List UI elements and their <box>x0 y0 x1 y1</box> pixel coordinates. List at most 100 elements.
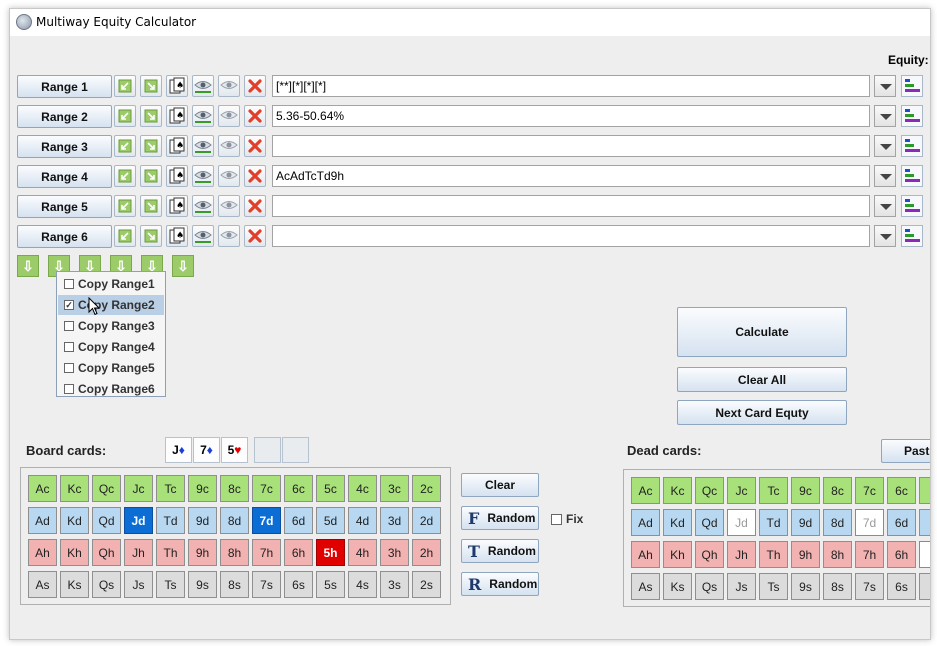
card-Td[interactable]: Td <box>759 509 788 536</box>
card-Jd[interactable]: Jd <box>727 509 756 536</box>
card-partial[interactable] <box>919 509 930 536</box>
export-range-icon[interactable] <box>140 225 162 247</box>
range-input[interactable] <box>272 195 870 217</box>
range-button[interactable]: Range 2 <box>17 105 112 128</box>
range-button[interactable]: Range 6 <box>17 225 112 248</box>
card-Jc[interactable]: Jc <box>727 477 756 504</box>
card-8s[interactable]: 8s <box>823 573 852 600</box>
card-Jh[interactable]: Jh <box>727 541 756 568</box>
card-Kh[interactable]: Kh <box>663 541 692 568</box>
card-9s[interactable]: 9s <box>188 571 217 598</box>
copy-down-icon[interactable]: ⇩ <box>172 255 194 277</box>
card-2d[interactable]: 2d <box>412 507 441 534</box>
card-8d[interactable]: 8d <box>823 509 852 536</box>
eye-hidden-icon[interactable] <box>218 195 240 217</box>
card-Qs[interactable]: Qs <box>92 571 121 598</box>
range-dropdown-button[interactable] <box>874 75 896 97</box>
card-9s[interactable]: 9s <box>791 573 820 600</box>
card-6d[interactable]: 6d <box>887 509 916 536</box>
card-Th[interactable]: Th <box>759 541 788 568</box>
equity-bars-icon[interactable] <box>901 165 923 187</box>
range-dropdown-button[interactable] <box>874 195 896 217</box>
card-6s[interactable]: 6s <box>284 571 313 598</box>
card-Qd[interactable]: Qd <box>695 509 724 536</box>
card-Kh[interactable]: Kh <box>60 539 89 566</box>
eye-hidden-icon[interactable] <box>218 225 240 247</box>
clear-range-icon[interactable] <box>244 165 266 187</box>
cards-icon[interactable]: ♠ <box>166 75 188 97</box>
export-range-icon[interactable] <box>140 135 162 157</box>
range-dropdown-button[interactable] <box>874 105 896 127</box>
card-7d[interactable]: 7d <box>855 509 884 536</box>
card-Qs[interactable]: Qs <box>695 573 724 600</box>
board-slot-4[interactable] <box>254 437 281 463</box>
export-range-icon[interactable] <box>140 75 162 97</box>
card-6d[interactable]: 6d <box>284 507 313 534</box>
copy-down-icon[interactable]: ⇩ <box>17 255 39 277</box>
card-Ah[interactable]: Ah <box>28 539 57 566</box>
random-flop-button[interactable]: F Random <box>461 506 539 530</box>
import-range-icon[interactable] <box>114 225 136 247</box>
eye-hidden-icon[interactable] <box>218 165 240 187</box>
card-Td[interactable]: Td <box>156 507 185 534</box>
export-range-icon[interactable] <box>140 165 162 187</box>
board-slot-5[interactable] <box>282 437 309 463</box>
card-Ac[interactable]: Ac <box>631 477 660 504</box>
card-6c[interactable]: 6c <box>887 477 916 504</box>
paste-button[interactable]: Past <box>881 439 930 463</box>
card-4h[interactable]: 4h <box>348 539 377 566</box>
import-range-icon[interactable] <box>114 165 136 187</box>
card-Qh[interactable]: Qh <box>92 539 121 566</box>
card-9h[interactable]: 9h <box>188 539 217 566</box>
menu-checkbox[interactable] <box>64 363 74 373</box>
card-4d[interactable]: 4d <box>348 507 377 534</box>
card-Ad[interactable]: Ad <box>631 509 660 536</box>
card-Js[interactable]: Js <box>124 571 153 598</box>
fix-checkbox[interactable] <box>551 514 562 525</box>
board-slot-2[interactable]: 7 ♦ <box>193 437 220 463</box>
menu-checkbox[interactable] <box>64 321 74 331</box>
copy-range-menu-item[interactable]: Copy Range4 <box>58 337 164 357</box>
equity-bars-icon[interactable] <box>901 105 923 127</box>
card-partial[interactable] <box>919 573 930 600</box>
clear-board-button[interactable]: Clear <box>461 473 539 497</box>
card-Jh[interactable]: Jh <box>124 539 153 566</box>
range-input[interactable]: 5.36-50.64% <box>272 105 870 127</box>
range-dropdown-button[interactable] <box>874 135 896 157</box>
card-Ah[interactable]: Ah <box>631 541 660 568</box>
board-slot-1[interactable]: J ♦ <box>165 437 192 463</box>
card-6c[interactable]: 6c <box>284 475 313 502</box>
card-As[interactable]: As <box>631 573 660 600</box>
clear-range-icon[interactable] <box>244 105 266 127</box>
card-6s[interactable]: 6s <box>887 573 916 600</box>
range-button[interactable]: Range 3 <box>17 135 112 158</box>
clear-range-icon[interactable] <box>244 135 266 157</box>
eye-hidden-icon[interactable] <box>218 135 240 157</box>
card-4c[interactable]: 4c <box>348 475 377 502</box>
card-partial[interactable] <box>919 477 930 504</box>
import-range-icon[interactable] <box>114 105 136 127</box>
card-Ac[interactable]: Ac <box>28 475 57 502</box>
card-As[interactable]: As <box>28 571 57 598</box>
menu-checkbox[interactable]: ✓ <box>64 300 74 310</box>
card-5c[interactable]: 5c <box>316 475 345 502</box>
random-turn-button[interactable]: T Random <box>461 539 539 563</box>
card-7s[interactable]: 7s <box>855 573 884 600</box>
eye-icon[interactable] <box>192 105 214 127</box>
import-range-icon[interactable] <box>114 135 136 157</box>
cards-icon[interactable]: ♠ <box>166 105 188 127</box>
card-8h[interactable]: 8h <box>823 541 852 568</box>
card-9c[interactable]: 9c <box>188 475 217 502</box>
card-6h[interactable]: 6h <box>284 539 313 566</box>
menu-checkbox[interactable] <box>64 384 74 394</box>
cards-icon[interactable]: ♠ <box>166 195 188 217</box>
card-8h[interactable]: 8h <box>220 539 249 566</box>
menu-checkbox[interactable] <box>64 279 74 289</box>
eye-icon[interactable] <box>192 225 214 247</box>
clear-all-button[interactable]: Clear All <box>677 367 847 392</box>
range-button[interactable]: Range 1 <box>17 75 112 98</box>
card-Tc[interactable]: Tc <box>759 477 788 504</box>
card-4s[interactable]: 4s <box>348 571 377 598</box>
cards-icon[interactable]: ♠ <box>166 135 188 157</box>
card-Qc[interactable]: Qc <box>695 477 724 504</box>
